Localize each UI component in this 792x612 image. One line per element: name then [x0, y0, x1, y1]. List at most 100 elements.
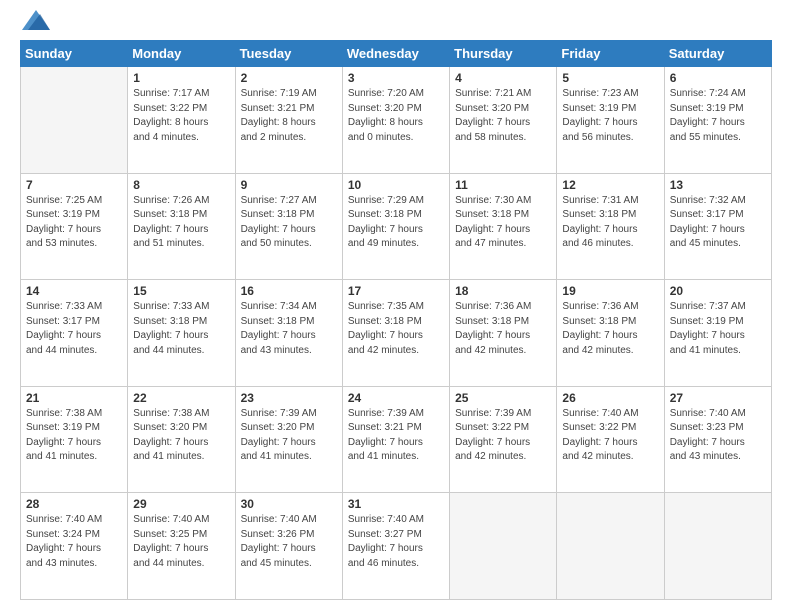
day-number: 2 [241, 71, 337, 85]
page: Sunday Monday Tuesday Wednesday Thursday… [0, 0, 792, 612]
table-row [557, 493, 664, 600]
table-row: 1 Sunrise: 7:17 AMSunset: 3:22 PMDaylight… [128, 67, 235, 174]
day-info: Sunrise: 7:38 AMSunset: 3:19 PMDaylight:… [26, 407, 122, 465]
day-number: 15 [133, 284, 229, 298]
col-tuesday: Tuesday [235, 41, 342, 67]
calendar-table: Sunday Monday Tuesday Wednesday Thursday… [20, 40, 772, 600]
day-info: Sunrise: 7:30 AMSunset: 3:18 PMDaylight:… [455, 194, 551, 252]
day-number: 31 [348, 497, 444, 511]
logo-icon [22, 10, 50, 30]
day-number: 12 [562, 178, 658, 192]
day-number: 4 [455, 71, 551, 85]
table-row: 16 Sunrise: 7:34 AMSunset: 3:18 PMDayligh… [235, 280, 342, 387]
day-info: Sunrise: 7:17 AMSunset: 3:22 PMDaylight:… [133, 87, 229, 145]
day-number: 26 [562, 391, 658, 405]
col-monday: Monday [128, 41, 235, 67]
table-row: 17 Sunrise: 7:35 AMSunset: 3:18 PMDayligh… [342, 280, 449, 387]
day-info: Sunrise: 7:23 AMSunset: 3:19 PMDaylight:… [562, 87, 658, 145]
logo [20, 16, 50, 30]
day-info: Sunrise: 7:31 AMSunset: 3:18 PMDaylight:… [562, 194, 658, 252]
day-info: Sunrise: 7:26 AMSunset: 3:18 PMDaylight:… [133, 194, 229, 252]
table-row [664, 493, 771, 600]
table-row: 12 Sunrise: 7:31 AMSunset: 3:18 PMDayligh… [557, 173, 664, 280]
col-wednesday: Wednesday [342, 41, 449, 67]
day-info: Sunrise: 7:39 AMSunset: 3:22 PMDaylight:… [455, 407, 551, 465]
table-row: 8 Sunrise: 7:26 AMSunset: 3:18 PMDaylight… [128, 173, 235, 280]
day-info: Sunrise: 7:25 AMSunset: 3:19 PMDaylight:… [26, 194, 122, 252]
table-row: 23 Sunrise: 7:39 AMSunset: 3:20 PMDayligh… [235, 386, 342, 493]
day-number: 6 [670, 71, 766, 85]
table-row: 10 Sunrise: 7:29 AMSunset: 3:18 PMDayligh… [342, 173, 449, 280]
day-number: 8 [133, 178, 229, 192]
day-number: 18 [455, 284, 551, 298]
day-number: 1 [133, 71, 229, 85]
day-info: Sunrise: 7:38 AMSunset: 3:20 PMDaylight:… [133, 407, 229, 465]
day-number: 27 [670, 391, 766, 405]
day-number: 11 [455, 178, 551, 192]
day-info: Sunrise: 7:29 AMSunset: 3:18 PMDaylight:… [348, 194, 444, 252]
table-row: 27 Sunrise: 7:40 AMSunset: 3:23 PMDayligh… [664, 386, 771, 493]
table-row: 25Sunrise: 7:39 AMSunset: 3:22 PMDayligh… [450, 386, 557, 493]
day-info: Sunrise: 7:39 AMSunset: 3:21 PMDaylight:… [348, 407, 444, 465]
day-info: Sunrise: 7:33 AMSunset: 3:17 PMDaylight:… [26, 300, 122, 358]
calendar-week-row: 7 Sunrise: 7:25 AMSunset: 3:19 PMDaylight… [21, 173, 772, 280]
day-number: 22 [133, 391, 229, 405]
day-info: Sunrise: 7:27 AMSunset: 3:18 PMDaylight:… [241, 194, 337, 252]
table-row: 15 Sunrise: 7:33 AMSunset: 3:18 PMDayligh… [128, 280, 235, 387]
day-number: 16 [241, 284, 337, 298]
day-number: 19 [562, 284, 658, 298]
day-number: 21 [26, 391, 122, 405]
col-sunday: Sunday [21, 41, 128, 67]
day-info: Sunrise: 7:40 AMSunset: 3:27 PMDaylight:… [348, 513, 444, 571]
table-row [450, 493, 557, 600]
day-number: 7 [26, 178, 122, 192]
table-row: 3 Sunrise: 7:20 AMSunset: 3:20 PMDaylight… [342, 67, 449, 174]
day-number: 13 [670, 178, 766, 192]
table-row: 14Sunrise: 7:33 AMSunset: 3:17 PMDayligh… [21, 280, 128, 387]
day-info: Sunrise: 7:35 AMSunset: 3:18 PMDaylight:… [348, 300, 444, 358]
day-number: 24 [348, 391, 444, 405]
day-number: 3 [348, 71, 444, 85]
day-number: 20 [670, 284, 766, 298]
calendar-week-row: 28 Sunrise: 7:40 AMSunset: 3:24 PMDayligh… [21, 493, 772, 600]
day-number: 9 [241, 178, 337, 192]
header [20, 16, 772, 30]
day-number: 23 [241, 391, 337, 405]
col-thursday: Thursday [450, 41, 557, 67]
table-row: 6Sunrise: 7:24 AMSunset: 3:19 PMDaylight… [664, 67, 771, 174]
table-row: 11 Sunrise: 7:30 AMSunset: 3:18 PMDayligh… [450, 173, 557, 280]
day-info: Sunrise: 7:19 AMSunset: 3:21 PMDaylight:… [241, 87, 337, 145]
table-row: 2 Sunrise: 7:19 AMSunset: 3:21 PMDaylight… [235, 67, 342, 174]
day-number: 10 [348, 178, 444, 192]
col-friday: Friday [557, 41, 664, 67]
day-info: Sunrise: 7:36 AMSunset: 3:18 PMDaylight:… [562, 300, 658, 358]
day-info: Sunrise: 7:21 AMSunset: 3:20 PMDaylight:… [455, 87, 551, 145]
table-row: 22 Sunrise: 7:38 AMSunset: 3:20 PMDayligh… [128, 386, 235, 493]
day-info: Sunrise: 7:34 AMSunset: 3:18 PMDaylight:… [241, 300, 337, 358]
day-number: 17 [348, 284, 444, 298]
calendar-week-row: 1 Sunrise: 7:17 AMSunset: 3:22 PMDaylight… [21, 67, 772, 174]
day-info: Sunrise: 7:20 AMSunset: 3:20 PMDaylight:… [348, 87, 444, 145]
day-number: 28 [26, 497, 122, 511]
table-row: 28 Sunrise: 7:40 AMSunset: 3:24 PMDayligh… [21, 493, 128, 600]
day-info: Sunrise: 7:39 AMSunset: 3:20 PMDaylight:… [241, 407, 337, 465]
calendar-body: 1 Sunrise: 7:17 AMSunset: 3:22 PMDaylight… [21, 67, 772, 600]
day-info: Sunrise: 7:40 AMSunset: 3:24 PMDaylight:… [26, 513, 122, 571]
table-row: 24 Sunrise: 7:39 AMSunset: 3:21 PMDayligh… [342, 386, 449, 493]
table-row: 31 Sunrise: 7:40 AMSunset: 3:27 PMDayligh… [342, 493, 449, 600]
day-number: 30 [241, 497, 337, 511]
calendar-header: Sunday Monday Tuesday Wednesday Thursday… [21, 41, 772, 67]
table-row: 29Sunrise: 7:40 AMSunset: 3:25 PMDayligh… [128, 493, 235, 600]
header-row: Sunday Monday Tuesday Wednesday Thursday… [21, 41, 772, 67]
table-row: 21 Sunrise: 7:38 AMSunset: 3:19 PMDayligh… [21, 386, 128, 493]
day-info: Sunrise: 7:40 AMSunset: 3:25 PMDaylight:… [133, 513, 229, 571]
day-info: Sunrise: 7:40 AMSunset: 3:26 PMDaylight:… [241, 513, 337, 571]
table-row: 5Sunrise: 7:23 AMSunset: 3:19 PMDaylight… [557, 67, 664, 174]
day-info: Sunrise: 7:33 AMSunset: 3:18 PMDaylight:… [133, 300, 229, 358]
table-row: 13Sunrise: 7:32 AMSunset: 3:17 PMDayligh… [664, 173, 771, 280]
calendar-week-row: 21 Sunrise: 7:38 AMSunset: 3:19 PMDayligh… [21, 386, 772, 493]
day-info: Sunrise: 7:40 AMSunset: 3:23 PMDaylight:… [670, 407, 766, 465]
table-row: 4 Sunrise: 7:21 AMSunset: 3:20 PMDaylight… [450, 67, 557, 174]
table-row: 26 Sunrise: 7:40 AMSunset: 3:22 PMDayligh… [557, 386, 664, 493]
day-info: Sunrise: 7:40 AMSunset: 3:22 PMDaylight:… [562, 407, 658, 465]
